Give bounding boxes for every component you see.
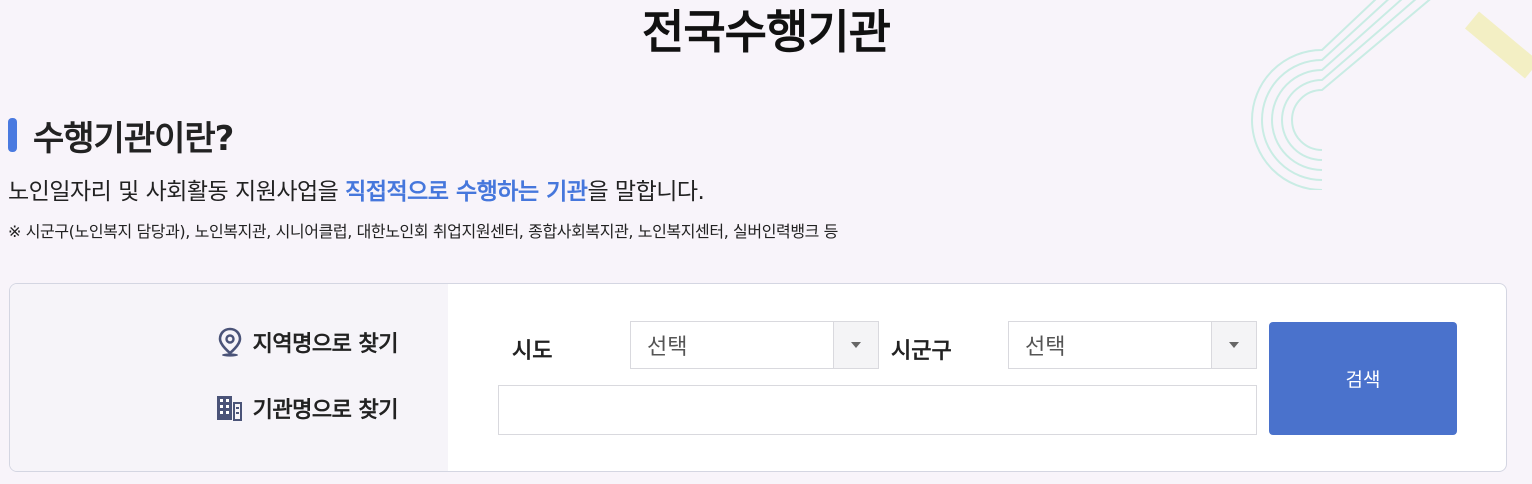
search-mode-panel: 지역명으로 찾기 기관명으로 찾기 (10, 284, 448, 471)
search-button[interactable]: 검색 (1269, 322, 1457, 435)
page-title: 전국수행기관 (642, 5, 891, 59)
description-highlight: 직접적으로 수행하는 기관 (345, 179, 588, 205)
region-search-label: 지역명으로 찾기 (252, 332, 399, 357)
section-title: 수행기관이란? (33, 118, 234, 159)
search-panel: 지역명으로 찾기 기관명으로 찾기 시도 선택 시군구 선택 검색 (9, 283, 1507, 472)
org-name-input[interactable] (498, 385, 1257, 435)
description-suffix: 을 말합니다. (587, 179, 705, 205)
section-description: 노인일자리 및 사회활동 지원사업을 직접적으로 수행하는 기관을 말합니다. (8, 172, 705, 206)
sigungu-select[interactable]: 선택 (1008, 321, 1257, 369)
location-pin-icon (218, 327, 241, 357)
sido-label: 시도 (512, 339, 553, 364)
sido-select-value: 선택 (647, 335, 688, 360)
region-search-mode[interactable]: 지역명으로 찾기 (217, 326, 399, 358)
sigungu-label: 시군구 (891, 339, 952, 364)
section-note: ※ 시군구(노인복지 담당과), 노인복지관, 시니어클럽, 대한노인회 취업지… (8, 222, 838, 241)
chevron-down-icon[interactable] (833, 322, 878, 368)
sigungu-select-value: 선택 (1025, 335, 1066, 360)
building-icon (216, 396, 242, 421)
org-search-label: 기관명으로 찾기 (252, 398, 399, 423)
sido-select[interactable]: 선택 (630, 321, 879, 369)
org-search-mode[interactable]: 기관명으로 찾기 (215, 392, 399, 424)
section-accent-bar (8, 118, 17, 152)
chevron-down-icon[interactable] (1211, 322, 1256, 368)
description-prefix: 노인일자리 및 사회활동 지원사업을 (8, 179, 346, 205)
section-header: 수행기관이란? (8, 110, 234, 160)
